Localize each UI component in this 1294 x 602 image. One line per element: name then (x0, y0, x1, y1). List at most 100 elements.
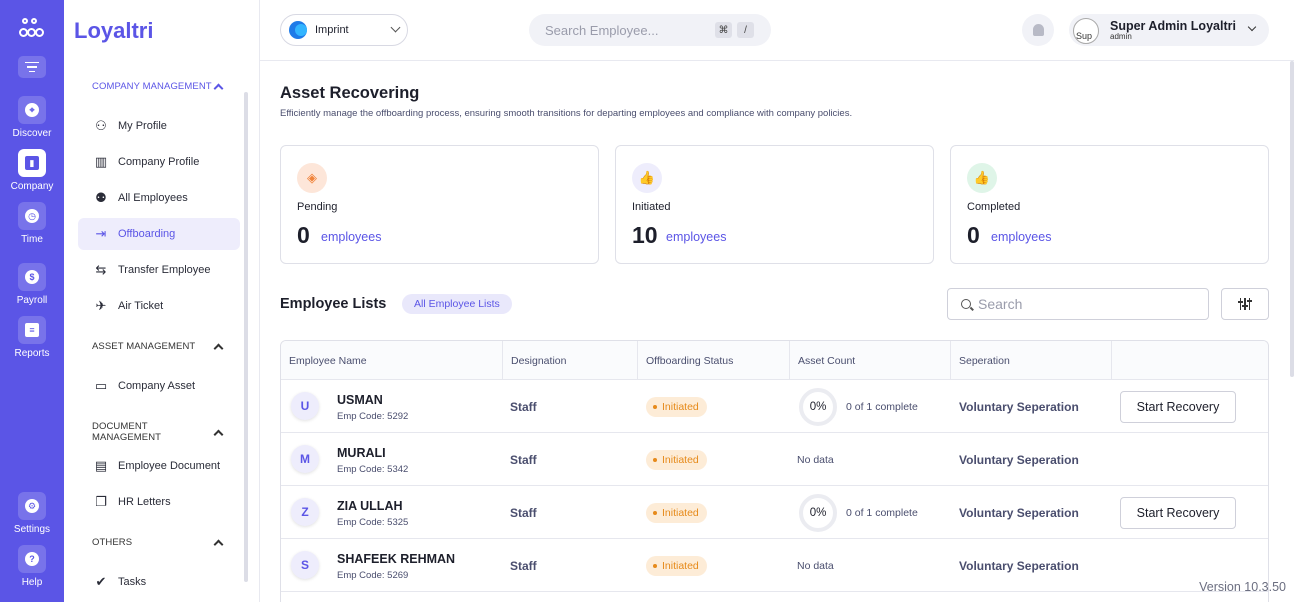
column-offboarding-status[interactable]: Offboarding Status (638, 341, 790, 380)
status-badge: Initiated (646, 556, 707, 576)
sidebar-item-offboarding[interactable]: ⇥ Offboarding (78, 218, 240, 250)
stat-card-completed[interactable]: 👍 Completed 0 employees (950, 145, 1269, 264)
column-seperation[interactable]: Seperation (951, 341, 1112, 380)
sidebar-item-label: Offboarding (118, 228, 176, 240)
avatar: S (291, 551, 319, 579)
file-icon: ≡ (24, 323, 39, 337)
plane-icon: ✈ (95, 298, 107, 313)
stat-card-pending[interactable]: ◈ Pending 0 employees (280, 145, 599, 264)
stat-value: 0 (967, 222, 980, 248)
rail-item-help[interactable]: ? Help (17, 545, 46, 588)
table-row[interactable]: M MURALI Emp Code: 5342 Staff Initiated … (281, 433, 1268, 486)
icon-rail: ⌖ Discover ▮ Company ◷ Time $ Payroll ≡ … (0, 0, 64, 602)
stat-label: Completed (967, 201, 1021, 213)
section-asset-management[interactable]: ASSET MANAGEMENT (92, 341, 224, 354)
compass-icon: ⌖ (25, 103, 39, 117)
rail-label: Company (10, 181, 54, 192)
stat-label: Initiated (632, 201, 671, 213)
gear-icon: ⚙ (24, 499, 39, 513)
list-title: Employee Lists (280, 296, 387, 312)
copy-icon: ❐ (95, 494, 107, 509)
designation: Staff (510, 558, 537, 573)
filter-button[interactable] (1221, 288, 1269, 320)
employee-code: Emp Code: 5325 (337, 517, 409, 528)
rail-item-settings[interactable]: ⚙ Settings (14, 492, 50, 535)
main-scrollbar[interactable] (1290, 61, 1294, 377)
rail-item-discover[interactable]: ⌖ Discover (12, 96, 52, 139)
column-designation[interactable]: Designation (503, 341, 638, 380)
building-icon: ▥ (94, 154, 108, 169)
section-title: OTHERS (92, 537, 133, 548)
sidebar-item-label: Transfer Employee (118, 264, 211, 276)
table-row[interactable]: Z ZIA ULLAH Emp Code: 5325 Staff Initiat… (281, 486, 1268, 539)
brand-title: Loyaltri (74, 18, 154, 43)
organization-select[interactable]: Imprint (280, 14, 408, 46)
sidebar-item-all-employees[interactable]: ⚉ All Employees (78, 182, 240, 214)
thumbs-up-icon: 👍 (632, 163, 662, 193)
start-recovery-button[interactable]: Start Recovery (1120, 391, 1236, 423)
rail-label: Payroll (16, 295, 48, 306)
status-badge: Initiated (646, 450, 707, 470)
sidebar-item-label: Company Profile (118, 156, 200, 168)
all-employee-lists-tab[interactable]: All Employee Lists (402, 294, 512, 314)
sidebar-item-company-asset[interactable]: ▭ Company Asset (78, 370, 240, 402)
section-title: COMPANY MANAGEMENT (92, 81, 212, 92)
stat-unit: employees (321, 230, 382, 244)
employee-name: MURALI (337, 446, 386, 460)
stat-unit: employees (666, 230, 727, 244)
rail-item-company[interactable]: ▮ Company (10, 149, 54, 192)
avatar: Sup (1073, 18, 1099, 44)
loyaltri-logo-icon[interactable] (19, 16, 45, 42)
status-badge: Initiated (646, 397, 707, 417)
stat-value: 10 (632, 222, 658, 248)
user-menu[interactable]: Sup Super Admin Loyaltri admin (1069, 14, 1269, 46)
separation-type: Voluntary Seperation (959, 558, 1079, 573)
stat-card-initiated[interactable]: 👍 Initiated 10 employees (615, 145, 934, 264)
employee-code: Emp Code: 5342 (337, 464, 409, 475)
sidebar-item-hr-letters[interactable]: ❐ HR Letters (78, 486, 240, 518)
rail-item-reports[interactable]: ≡ Reports (14, 316, 50, 359)
sidebar-item-employee-document[interactable]: ▤ Employee Document (78, 450, 240, 482)
sidebar-scrollbar[interactable] (244, 92, 248, 582)
asset-count-text: 0 of 1 complete (846, 401, 918, 413)
rail-label: Time (21, 234, 43, 245)
column-employee-name[interactable]: Employee Name (281, 341, 503, 380)
command-key-icon: ⌘ (715, 22, 732, 38)
help-icon: ? (24, 552, 39, 566)
main-content: Asset Recovering Efficiently manage the … (260, 61, 1294, 602)
employee-search-input[interactable]: Search Employee... ⌘ / (529, 14, 771, 46)
menu-toggle-icon[interactable] (18, 56, 46, 78)
section-company-management[interactable]: COMPANY MANAGEMENT (92, 81, 224, 94)
rail-label: Reports (14, 348, 50, 359)
rail-label: Discover (12, 128, 52, 139)
sidebar-item-air-ticket[interactable]: ✈ Air Ticket (78, 290, 240, 322)
sidebar-item-transfer-employee[interactable]: ⇆ Transfer Employee (78, 254, 240, 286)
sidebar-item-tasks[interactable]: ✔ Tasks (78, 566, 240, 598)
sidebar-item-company-profile[interactable]: ▥ Company Profile (78, 146, 240, 178)
column-asset-count[interactable]: Asset Count (790, 341, 951, 380)
logout-icon: ⇥ (95, 226, 107, 241)
table-row[interactable]: U USMAN Emp Code: 5292 Staff Initiated 0… (281, 380, 1268, 433)
search-placeholder: Search Employee... (545, 22, 659, 38)
rail-item-time[interactable]: ◷ Time (18, 202, 46, 245)
sidebar-item-label: Tasks (118, 576, 147, 588)
users-icon: ⚉ (95, 190, 107, 205)
sidebar-item-my-profile[interactable]: ⚇ My Profile (78, 110, 240, 142)
stat-label: Pending (297, 201, 338, 213)
laptop-icon: ▭ (94, 378, 108, 393)
layers-icon: ◈ (297, 163, 327, 193)
thumbs-up-icon: 👍 (967, 163, 997, 193)
section-others[interactable]: OTHERS (92, 537, 224, 550)
bell-icon[interactable] (1022, 14, 1054, 46)
section-document-management[interactable]: DOCUMENT MANAGEMENT (92, 421, 224, 443)
sidebar: Loyaltri COMPANY MANAGEMENT ⚇ My Profile … (64, 0, 260, 602)
check-icon: ✔ (95, 574, 107, 589)
status-badge: Initiated (646, 503, 707, 523)
separation-type: Voluntary Seperation (959, 452, 1079, 467)
chevron-down-icon (390, 22, 401, 33)
start-recovery-button[interactable]: Start Recovery (1120, 497, 1236, 529)
table-row[interactable]: S SHAFEEK REHMAN Emp Code: 5269 Staff In… (281, 539, 1268, 592)
search-icon (961, 299, 971, 309)
list-search-input[interactable]: Search (947, 288, 1209, 320)
rail-item-payroll[interactable]: $ Payroll (16, 263, 48, 306)
